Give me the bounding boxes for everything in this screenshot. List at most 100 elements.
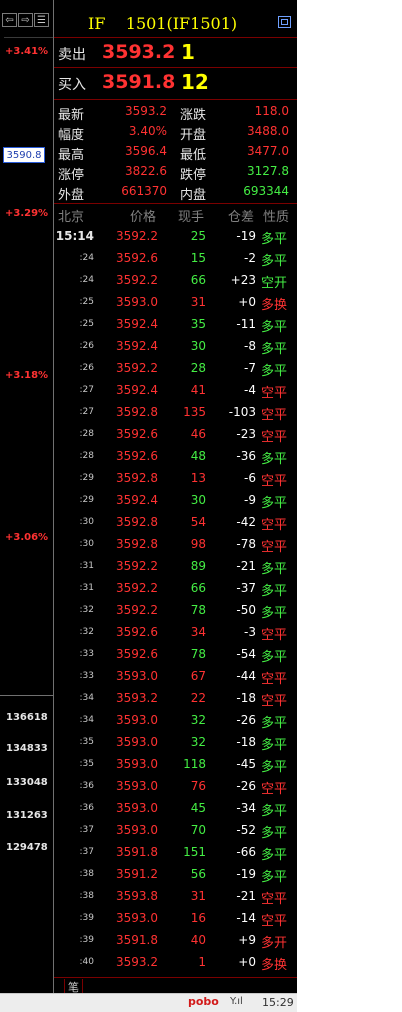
trade-nature: 多平	[261, 760, 288, 775]
stat-value: 3822.6	[125, 164, 167, 178]
trade-oi-change: -103	[228, 405, 256, 419]
list-icon[interactable]: ☰	[34, 13, 49, 27]
trade-oi-change: -34	[236, 801, 256, 815]
pct-label: +3.18%	[5, 370, 49, 381]
trade-volume: 32	[190, 735, 206, 749]
trade-row[interactable]: :28 3592.6 48 -36 多平	[54, 445, 297, 467]
trade-nature: 多平	[261, 232, 288, 247]
trade-row[interactable]: :38 3593.8 31 -21 空平	[54, 885, 297, 907]
trade-volume: 40	[190, 933, 206, 947]
trade-volume: 98	[190, 537, 206, 551]
prev-icon[interactable]: ⇦	[2, 13, 17, 27]
trade-nature: 空平	[261, 892, 288, 907]
trade-volume: 30	[190, 339, 206, 353]
contract-title-bar: IF 1501(IF1501)	[54, 10, 297, 38]
trade-nature: 空平	[261, 408, 288, 423]
stat-label: 最新	[58, 108, 85, 123]
trade-price: 3593.0	[116, 823, 158, 837]
trade-row[interactable]: :25 3592.4 35 -11 多平	[54, 313, 297, 335]
trade-row[interactable]: :34 3593.2 22 -18 空平	[54, 687, 297, 709]
trade-row[interactable]: :29 3592.8 13 -6 空平	[54, 467, 297, 489]
trade-oi-change: -8	[244, 339, 256, 353]
trade-row[interactable]: :37 3593.0 70 -52 多平	[54, 819, 297, 841]
trade-time: :31	[79, 561, 94, 571]
stat-value: 693344	[243, 184, 289, 198]
trade-price: 3592.4	[116, 383, 158, 397]
trade-price: 3592.2	[116, 273, 158, 287]
trade-row[interactable]: :30 3592.8 98 -78 空平	[54, 533, 297, 555]
trade-row[interactable]: :36 3593.0 76 -26 空平	[54, 775, 297, 797]
trade-row[interactable]: :40 3593.2 1 +0 多换	[54, 951, 297, 973]
trade-price: 3592.8	[116, 537, 158, 551]
trade-row[interactable]: :31 3592.2 66 -37 多平	[54, 577, 297, 599]
trade-row[interactable]: :24 3592.6 15 -2 多平	[54, 247, 297, 269]
trade-row[interactable]: :24 3592.2 66 +23 空开	[54, 269, 297, 291]
trade-row[interactable]: :38 3591.2 56 -19 多平	[54, 863, 297, 885]
trade-row[interactable]: :29 3592.4 30 -9 多平	[54, 489, 297, 511]
next-icon[interactable]: ⇨	[18, 13, 33, 27]
trade-oi-change: -37	[236, 581, 256, 595]
trade-row[interactable]: :25 3593.0 31 +0 多换	[54, 291, 297, 313]
trade-volume: 25	[190, 229, 206, 243]
trade-nature: 空平	[261, 782, 288, 797]
trade-row[interactable]: :33 3592.6 78 -54 多平	[54, 643, 297, 665]
trade-row[interactable]: :26 3592.2 28 -7 多平	[54, 357, 297, 379]
trade-row[interactable]: 15:14 3592.2 25 -19 多平	[54, 225, 297, 247]
stat-label: 幅度	[58, 128, 85, 143]
trade-row[interactable]: :26 3592.4 30 -8 多平	[54, 335, 297, 357]
trade-volume: 66	[190, 273, 206, 287]
trade-list[interactable]: 15:14 3592.2 25 -19 多平:24 3592.6 15 -2 多平:24 3592…	[54, 225, 297, 973]
trade-volume: 151	[183, 845, 206, 859]
trade-row[interactable]: :36 3593.0 45 -34 多平	[54, 797, 297, 819]
stat-row: 最高 3596.4 最低 3477.0	[54, 142, 297, 163]
trade-volume: 48	[190, 449, 206, 463]
trade-nature: 多平	[261, 342, 288, 357]
trade-time: :29	[79, 495, 94, 505]
price-cursor-readout[interactable]: 3590.8	[3, 147, 45, 163]
trade-row[interactable]: :34 3593.0 32 -26 多平	[54, 709, 297, 731]
trade-time: :38	[79, 869, 94, 879]
trade-row[interactable]: :27 3592.8 135 -103 空平	[54, 401, 297, 423]
trade-row[interactable]: :30 3592.8 54 -42 空平	[54, 511, 297, 533]
trade-nature: 多平	[261, 870, 288, 885]
trade-nature: 空开	[261, 276, 288, 291]
contract-title: IF 1501(IF1501)	[88, 14, 238, 33]
trade-price: 3592.6	[116, 449, 158, 463]
stat-label: 涨跌	[180, 108, 207, 123]
trade-time: :38	[79, 891, 94, 901]
trade-row[interactable]: :35 3593.0 118 -45 多平	[54, 753, 297, 775]
stat-label: 最低	[180, 148, 207, 163]
trade-price: 3592.6	[116, 251, 158, 265]
trade-volume: 1	[198, 955, 206, 969]
trade-nature: 空平	[261, 474, 288, 489]
trade-oi-change: -11	[236, 317, 256, 331]
trade-row[interactable]: :33 3593.0 67 -44 空平	[54, 665, 297, 687]
trade-oi-change: -26	[236, 713, 256, 727]
trade-volume: 45	[190, 801, 206, 815]
trade-nature: 空平	[261, 694, 288, 709]
volume-label: 136618	[6, 712, 48, 723]
trade-row[interactable]: :28 3592.6 46 -23 空平	[54, 423, 297, 445]
trade-time: :28	[79, 429, 94, 439]
trade-row[interactable]: :35 3593.0 32 -18 多平	[54, 731, 297, 753]
trade-row[interactable]: :32 3592.2 78 -50 多平	[54, 599, 297, 621]
trade-time: :35	[79, 759, 94, 769]
trade-nature: 多平	[261, 650, 288, 665]
trade-row[interactable]: :31 3592.2 89 -21 多平	[54, 555, 297, 577]
trade-row[interactable]: :39 3593.0 16 -14 空平	[54, 907, 297, 929]
stat-value: 3.40%	[128, 124, 167, 138]
trade-oi-change: -78	[236, 537, 256, 551]
trade-row[interactable]: :37 3591.8 151 -66 多平	[54, 841, 297, 863]
trade-price: 3593.0	[116, 801, 158, 815]
trade-volume: 15	[190, 251, 206, 265]
trade-time: :25	[79, 319, 94, 329]
stat-value: 118.0	[254, 104, 289, 118]
trade-time: :32	[79, 627, 94, 637]
trade-row[interactable]: :32 3592.6 34 -3 空平	[54, 621, 297, 643]
trade-time: :37	[79, 847, 94, 857]
trade-oi-change: +0	[238, 295, 256, 309]
trade-row[interactable]: :39 3591.8 40 +9 多开	[54, 929, 297, 951]
trade-row[interactable]: :27 3592.4 41 -4 空平	[54, 379, 297, 401]
trade-time: :36	[79, 781, 94, 791]
window-toggle-icon[interactable]	[278, 16, 291, 28]
